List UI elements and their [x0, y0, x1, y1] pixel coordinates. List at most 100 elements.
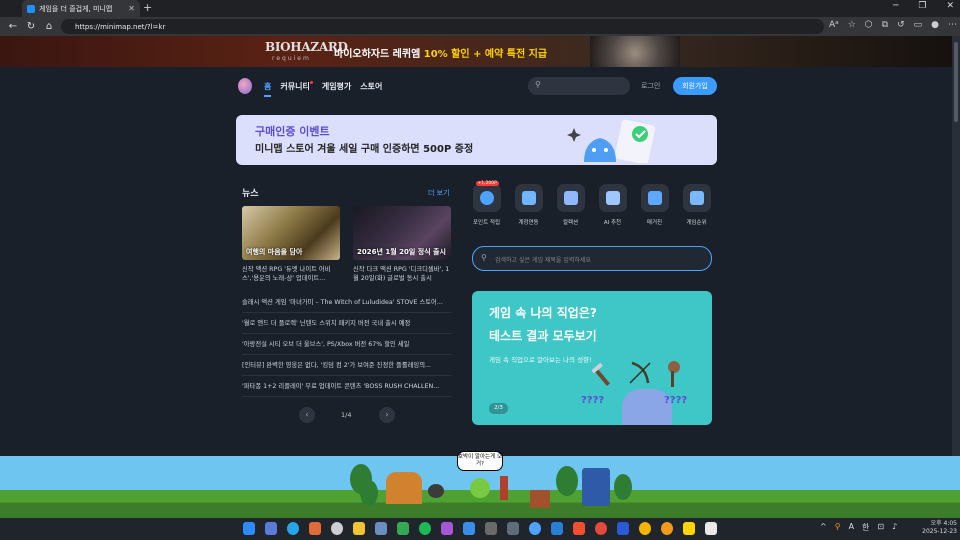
language-indicator[interactable]: 한 — [862, 522, 869, 533]
news-heading: 뉴스 — [242, 189, 259, 199]
start-icon[interactable] — [243, 522, 255, 535]
robot-glyph — [605, 191, 620, 205]
menu-store[interactable]: 스토어 — [360, 81, 382, 97]
windows-taskbar: ^ ⚲ A 한 ⊡ ♪ 오후 4:05 2025-12-23 — [0, 518, 960, 540]
menu-community-label: 커뮤니티 — [280, 82, 310, 91]
chrome-icon[interactable] — [639, 522, 651, 535]
chevron-up-icon[interactable]: ^ — [820, 522, 827, 533]
crates-sprite — [530, 490, 550, 508]
quick-point[interactable]: +1,200P 포인트 적립 — [471, 181, 502, 226]
new-tab-button[interactable]: + — [143, 1, 152, 14]
tree-sprite — [360, 480, 378, 506]
pot-sprite — [428, 484, 444, 498]
prev-page-button[interactable]: ‹ — [299, 407, 315, 423]
quick-label: AI 추천 — [603, 220, 622, 226]
news-thumbnail[interactable]: 2026년 1월 20일 정식 출시 — [353, 206, 451, 260]
reload-icon[interactable]: ↻ — [26, 21, 36, 32]
news-card-caption[interactable]: 신작 다크 액션 RPG '디크디셀바', 1월 20일(화) 글로벌 동시 출… — [353, 265, 453, 283]
minimap-logo[interactable] — [238, 78, 252, 94]
melon-sprite — [470, 478, 490, 498]
app-icon[interactable] — [441, 522, 453, 535]
menu-community[interactable]: 커뮤니티 — [280, 81, 313, 97]
maximize-icon[interactable]: ❐ — [918, 1, 926, 11]
menu-review[interactable]: 게임평가 — [322, 81, 351, 97]
tree-sprite — [614, 474, 632, 500]
kakaotalk-icon[interactable] — [683, 522, 695, 535]
tab-title: 게임을 더 즐겁게, 미니맵 — [39, 4, 113, 13]
split-screen-icon[interactable]: ▭ — [914, 20, 923, 30]
quick-magazine[interactable]: 매거진 — [639, 184, 670, 226]
volume-icon[interactable]: ♪ — [892, 522, 897, 533]
minimize-icon[interactable]: ─ — [893, 1, 898, 11]
app-icon[interactable] — [463, 522, 475, 535]
job-test-card[interactable]: 게임 속 나의 직업은? 테스트 결과 모두보기 게임 속 직업으로 알아보는 … — [472, 291, 712, 425]
app-icon[interactable] — [595, 522, 607, 535]
read-aloud-icon[interactable]: Aᵃ — [829, 20, 839, 30]
news-thumbnail[interactable]: 여행의 마음을 담아 — [242, 206, 340, 260]
collections-icon[interactable]: ⧉ — [882, 20, 888, 30]
history-icon[interactable]: ↺ — [897, 20, 905, 30]
site-favicon-icon — [27, 4, 35, 13]
browser-tab[interactable]: 게임을 더 즐겁게, 미니맵 ✕ — [22, 0, 140, 17]
quiz-subtitle: 게임 속 직업으로 알아보는 나의 성향! — [489, 356, 592, 364]
search-tray-icon[interactable]: ⚲ — [835, 522, 841, 533]
header-search-input[interactable]: ⚲ — [528, 77, 630, 95]
notepad-icon[interactable] — [375, 522, 387, 535]
quick-account-link[interactable]: 계정연동 — [513, 184, 544, 226]
favorite-star-icon[interactable]: ☆ — [848, 20, 856, 30]
extensions-icon[interactable]: ⬡ — [865, 20, 873, 30]
browser-toolbar-icons: Aᵃ ☆ ⬡ ⧉ ↺ ▭ ● ⋯ ◆ — [829, 20, 960, 30]
quick-collection[interactable]: 컬렉션 — [555, 184, 586, 226]
main-menu: 홈 커뮤니티 게임평가 스토어 — [264, 81, 382, 97]
app-icon[interactable] — [507, 522, 519, 535]
file-explorer-icon[interactable] — [353, 522, 365, 535]
page-scrollbar[interactable] — [952, 36, 960, 456]
back-icon[interactable]: ← — [8, 21, 18, 32]
menu-home[interactable]: 홈 — [264, 81, 272, 97]
filezilla-icon[interactable] — [573, 522, 585, 535]
search-app-icon[interactable] — [661, 522, 673, 535]
app-icon[interactable] — [529, 522, 541, 535]
share-glyph — [521, 191, 536, 205]
taskbar-clock[interactable]: 오후 4:05 2025-12-23 — [917, 520, 957, 536]
photoshop-icon[interactable] — [617, 522, 629, 535]
url-field[interactable]: https://minimap.net/?l=kr — [61, 19, 824, 34]
news-more-link[interactable]: 더 보기 — [428, 188, 450, 198]
app-icon[interactable] — [705, 522, 717, 535]
ad-banner[interactable]: BIOHAZARD requiem 바이오하자드 레퀴엠 10% 할인 + 예약… — [0, 36, 952, 67]
point-badge: +1,200P — [475, 181, 499, 186]
thumbnail-caption: 2026년 1월 20일 정식 출시 — [357, 248, 446, 256]
home-icon[interactable]: ⌂ — [44, 21, 54, 32]
news-list-item[interactable]: '아랑전설 시티 오브 더 울브스', PS/Xbox 버전 67% 할인 세일 — [242, 334, 452, 355]
edge-icon[interactable] — [287, 522, 299, 535]
ime-indicator[interactable]: A — [849, 522, 854, 533]
next-page-button[interactable]: › — [379, 407, 395, 423]
menu-dots-icon[interactable]: ⋯ — [948, 20, 957, 30]
news-card-caption[interactable]: 신작 액션 RPG '듀엣 나이트 어비스','용운의 노래-상' 업데이트..… — [242, 265, 342, 283]
news-list-item[interactable]: '파타퐁 1+2 리플레이' 무료 업데이트 콘텐츠 'BOSS RUSH CH… — [242, 376, 452, 397]
ranking-icon — [682, 184, 711, 212]
widgets-icon[interactable] — [265, 522, 277, 535]
profile-avatar-icon[interactable]: ● — [931, 20, 939, 30]
purchase-event-banner[interactable]: 구매인증 이벤트 미니맵 스토어 겨울 세일 구매 인증하면 500P 증정 — [236, 115, 717, 165]
vscode-icon[interactable] — [551, 522, 563, 535]
quick-ai-recommend[interactable]: AI 추천 — [597, 184, 628, 226]
sheets-icon[interactable] — [397, 522, 409, 535]
spotify-icon[interactable] — [419, 522, 431, 535]
signup-button[interactable]: 회원가입 — [673, 77, 717, 95]
news-list-item[interactable]: '월로 앤드 더 플로렉' 닌텐도 스위치 패키지 버전 국내 출시 예정 — [242, 313, 452, 334]
quick-ranking[interactable]: 게임순위 — [681, 184, 712, 226]
login-link[interactable]: 로그인 — [641, 81, 660, 91]
scrollbar-thumb[interactable] — [954, 42, 958, 122]
chatgpt-icon[interactable] — [331, 522, 343, 535]
banner-text: 바이오하자드 레퀴엠 10% 할인 + 예약 특전 지급 — [334, 45, 547, 60]
tab-close-icon[interactable]: ✕ — [128, 4, 135, 13]
close-window-icon[interactable]: ✕ — [946, 1, 954, 11]
network-icon[interactable]: ⊡ — [877, 522, 884, 533]
collection-glyph — [563, 191, 578, 205]
app-icon[interactable] — [485, 522, 497, 535]
news-list-item[interactable]: [인터뷰] 완벽한 영웅은 없다, '킹덤 컴 2'가 보여준 진정한 플롤레잉… — [242, 355, 452, 376]
game-search-input[interactable]: ⚲ 검색하고 싶은 게임 제목을 입력하세요 — [472, 246, 712, 271]
app-icon[interactable] — [309, 522, 321, 535]
news-list-item[interactable]: 슬래시 액션 게임 '마녀가미 – The Witch of Luludidea… — [242, 292, 452, 313]
